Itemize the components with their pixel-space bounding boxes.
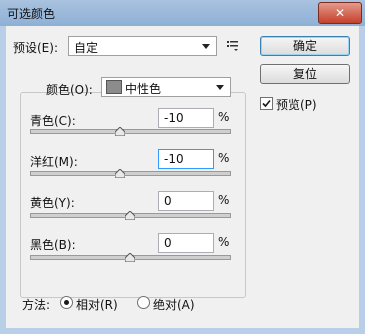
relative-label: 相对(R): [76, 298, 118, 312]
absolute-label: 绝对(A): [153, 298, 195, 312]
chevron-down-icon: [202, 44, 210, 49]
preview-checkbox[interactable]: [260, 97, 273, 110]
dialog-body: 预设(E): 自定 确定 复位 预览(P) 颜色(O): 中性色 青色(C): …: [6, 26, 359, 328]
preview-label: 预览(P): [276, 98, 317, 112]
cyan-input[interactable]: -10: [158, 108, 214, 128]
close-button[interactable]: ✕: [318, 2, 362, 24]
magenta-label: 洋红(M):: [30, 155, 78, 169]
yellow-unit: %: [218, 193, 230, 207]
cyan-slider-track[interactable]: [30, 129, 231, 134]
cyan-value: -10: [164, 111, 184, 125]
window-frame-bottom: [0, 328, 365, 334]
reset-button[interactable]: 复位: [260, 64, 350, 84]
close-icon: ✕: [334, 6, 346, 20]
yellow-slider-thumb[interactable]: [124, 211, 135, 220]
cyan-slider-thumb[interactable]: [114, 127, 125, 136]
colors-value: 中性色: [125, 82, 162, 96]
black-value: 0: [164, 236, 172, 250]
magenta-input[interactable]: -10: [158, 149, 214, 169]
absolute-radio[interactable]: [137, 296, 150, 309]
relative-radio[interactable]: [60, 296, 73, 309]
cyan-unit: %: [218, 110, 230, 124]
preset-value: 自定: [74, 41, 99, 55]
yellow-label: 黄色(Y):: [30, 196, 75, 210]
magenta-unit: %: [218, 151, 230, 165]
magenta-slider-thumb[interactable]: [114, 169, 125, 178]
colors-label: 颜色(O):: [46, 83, 93, 97]
window-frame-right: [359, 26, 365, 334]
cyan-label: 青色(C):: [30, 114, 76, 128]
magenta-slider-track[interactable]: [30, 171, 231, 176]
color-swatch: [106, 80, 122, 94]
black-slider-thumb[interactable]: [124, 253, 135, 262]
chevron-down-icon: [216, 85, 224, 90]
preset-menu-icon[interactable]: [225, 37, 241, 53]
ok-button[interactable]: 确定: [260, 36, 350, 56]
yellow-value: 0: [164, 194, 172, 208]
preset-label: 预设(E):: [13, 41, 58, 55]
yellow-input[interactable]: 0: [158, 191, 214, 211]
black-unit: %: [218, 235, 230, 249]
magenta-value: -10: [164, 152, 184, 166]
black-input[interactable]: 0: [158, 233, 214, 253]
colors-select[interactable]: 中性色: [101, 77, 231, 97]
preset-select[interactable]: 自定: [68, 36, 217, 56]
radio-selected-dot: [64, 300, 69, 305]
black-label: 黑色(B):: [30, 238, 76, 252]
checkmark-icon: [262, 99, 271, 108]
title-bar: 可选颜色 ✕: [0, 0, 365, 27]
dialog-title: 可选颜色: [7, 7, 56, 21]
method-label: 方法:: [22, 298, 51, 312]
